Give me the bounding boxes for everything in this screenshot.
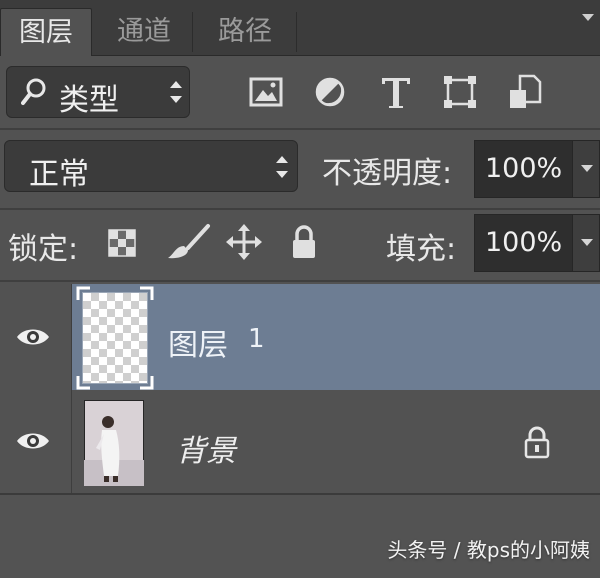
lock-image-pixels-icon[interactable] (162, 222, 212, 262)
filter-kind-label: 类型 (59, 83, 119, 118)
smart-object-filter-icon[interactable] (506, 72, 546, 112)
layer-row-layer-1[interactable]: 图层 1 (0, 284, 600, 390)
fill-dropdown-button[interactable] (572, 214, 600, 272)
image-filter-icon[interactable] (246, 72, 286, 112)
lock-position-icon[interactable] (226, 222, 262, 262)
layer-locked-icon (524, 426, 550, 459)
opacity-dropdown-button[interactable] (572, 140, 600, 198)
panel-tab-bar: 图层 通道 路径 (0, 0, 600, 56)
eye-icon[interactable] (16, 326, 50, 348)
shape-filter-icon[interactable] (440, 72, 480, 112)
opacity-input[interactable]: 100% (474, 140, 574, 198)
watermark: 头条号 / 教ps的小阿姨 (387, 538, 590, 562)
fill-label: 填充: (386, 232, 457, 267)
updown-arrows-icon (169, 81, 183, 103)
divider (0, 128, 600, 130)
filter-kind-select[interactable]: 类型 (6, 66, 190, 118)
lock-all-icon[interactable] (286, 222, 322, 262)
lock-transparent-pixels-icon[interactable] (104, 222, 140, 262)
fill-input[interactable]: 100% (474, 214, 574, 272)
layer-name: 图层 (168, 328, 228, 363)
divider (0, 208, 600, 210)
tab-channels[interactable]: 通道 (98, 8, 190, 56)
tab-separator (296, 12, 297, 52)
blend-mode-select[interactable]: 正常 (4, 140, 298, 192)
type-filter-icon[interactable] (376, 72, 416, 112)
tab-separator (192, 12, 193, 52)
selection-corners-icon (76, 286, 154, 390)
lock-label: 锁定: (8, 232, 79, 267)
background-thumbnail (84, 400, 144, 486)
tab-layers[interactable]: 图层 (0, 8, 92, 56)
panel-menu-icon[interactable] (582, 14, 594, 21)
layer-row-background[interactable]: 背景 (0, 390, 600, 495)
layer-number: 1 (248, 324, 265, 354)
blend-mode-label: 正常 (29, 157, 89, 192)
layer-name: 背景 (176, 434, 236, 469)
updown-arrows-icon (275, 156, 289, 178)
opacity-label: 不透明度: (322, 156, 453, 191)
adjustment-filter-icon[interactable] (310, 72, 350, 112)
divider (0, 280, 600, 282)
search-icon (21, 78, 46, 105)
tab-paths[interactable]: 路径 (196, 8, 294, 56)
eye-icon[interactable] (16, 430, 50, 452)
